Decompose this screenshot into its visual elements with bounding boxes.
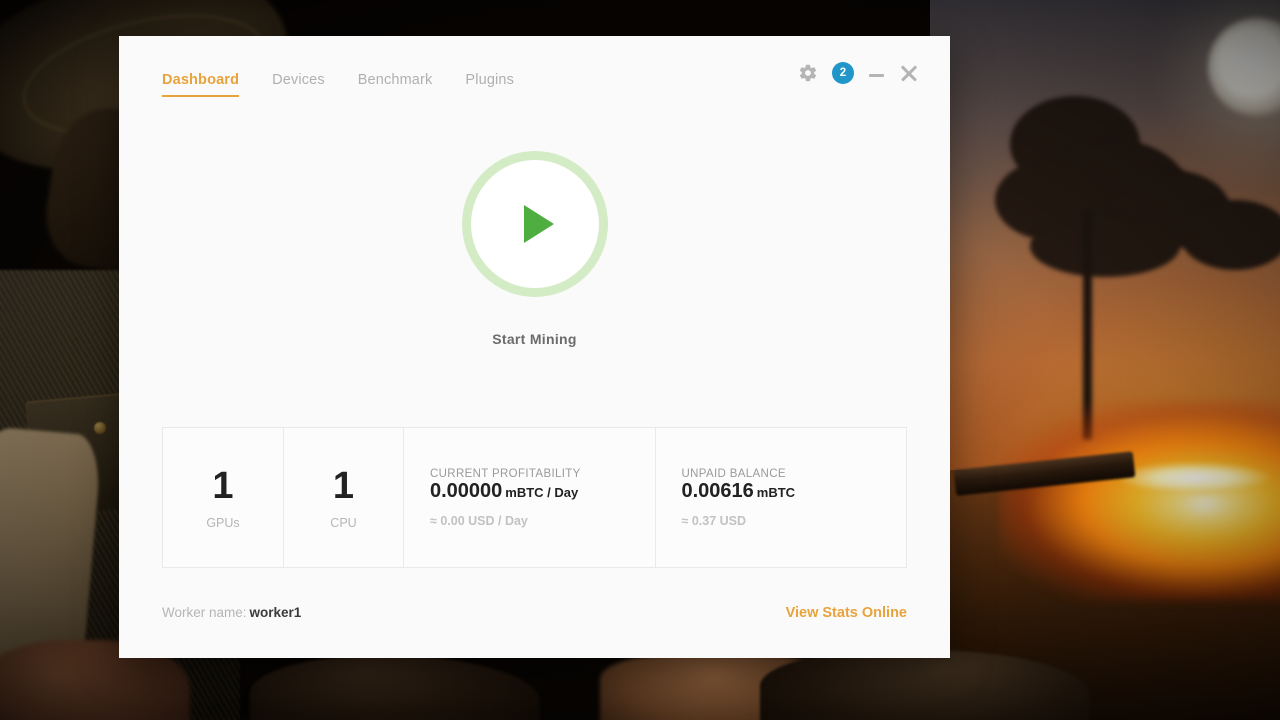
- mining-control-area: Start Mining: [119, 106, 950, 427]
- view-stats-online-link[interactable]: View Stats Online: [786, 605, 907, 621]
- balance-value: 0.00616: [681, 479, 754, 502]
- balance-value-row: 0.00616 mBTC: [682, 480, 907, 503]
- minimize-icon[interactable]: [868, 64, 886, 82]
- balance-label: UNPAID BALANCE: [681, 467, 786, 480]
- stat-unpaid-balance: UNPAID BALANCE 0.00616 mBTC ≈ 0.37 USD: [654, 428, 907, 567]
- profitability-label: CURRENT PROFITABILITY: [430, 467, 581, 480]
- gpus-label: GPUs: [206, 515, 240, 530]
- balance-approx: ≈ 0.37 USD: [681, 513, 747, 528]
- notification-badge[interactable]: 2: [832, 62, 854, 84]
- start-mining-button[interactable]: [461, 150, 608, 297]
- stat-profitability: CURRENT PROFITABILITY 0.00000 mBTC / Day …: [403, 428, 655, 567]
- stats-panel: 1 GPUs 1 CPU CURRENT PROFITABILITY 0.000…: [162, 427, 907, 568]
- tab-dashboard[interactable]: Dashboard: [162, 72, 240, 97]
- profitability-approx: ≈ 0.00 USD / Day: [430, 513, 528, 528]
- footer-bar: Worker name: worker1 View Stats Online: [162, 568, 907, 658]
- cpu-label: CPU: [330, 515, 357, 530]
- tab-devices[interactable]: Devices: [272, 72, 325, 97]
- nav-tabs: Dashboard Devices Benchmark Plugins: [119, 36, 514, 97]
- balance-unit: mBTC: [756, 484, 796, 500]
- tab-benchmark[interactable]: Benchmark: [358, 72, 433, 97]
- play-icon: [523, 204, 554, 243]
- cpu-value: 1: [332, 464, 355, 507]
- close-icon[interactable]: [900, 64, 918, 82]
- profitability-value: 0.00000: [430, 479, 503, 502]
- tab-plugins[interactable]: Plugins: [465, 72, 514, 97]
- app-window: Dashboard Devices Benchmark Plugins 2 St…: [119, 36, 950, 658]
- worker-name: Worker name: worker1: [162, 604, 301, 622]
- worker-name-label: Worker name:: [162, 605, 247, 620]
- start-mining-label: Start Mining: [492, 330, 577, 347]
- stat-gpus: 1 GPUs: [163, 428, 283, 567]
- window-controls: 2: [798, 62, 918, 84]
- worker-name-value[interactable]: worker1: [250, 605, 302, 620]
- profitability-value-row: 0.00000 mBTC / Day: [430, 480, 655, 503]
- profitability-unit: mBTC / Day: [505, 484, 579, 500]
- stat-cpu: 1 CPU: [283, 428, 403, 567]
- title-bar: Dashboard Devices Benchmark Plugins 2: [119, 36, 950, 106]
- gear-icon[interactable]: [798, 63, 818, 83]
- gpus-value: 1: [212, 464, 234, 507]
